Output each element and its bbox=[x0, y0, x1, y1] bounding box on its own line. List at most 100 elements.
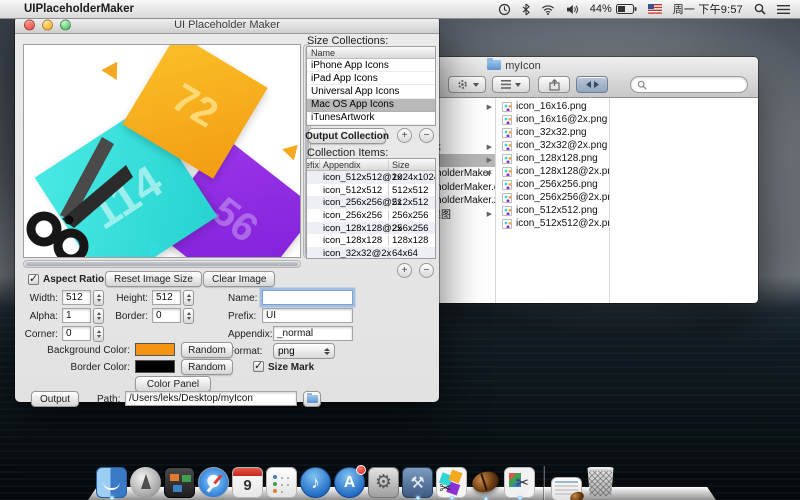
search-input[interactable] bbox=[651, 79, 737, 90]
remove-collection-button[interactable]: − bbox=[419, 128, 434, 143]
action-gear-button[interactable] bbox=[448, 76, 486, 93]
file-row[interactable]: icon_16x16.png bbox=[496, 100, 609, 113]
border-stepper[interactable] bbox=[183, 308, 194, 324]
battery-menu-item[interactable]: 44% bbox=[590, 3, 637, 15]
output-button[interactable]: Output bbox=[31, 391, 79, 407]
reset-image-size-button[interactable]: Reset Image Size bbox=[105, 271, 202, 287]
height-field[interactable] bbox=[152, 290, 181, 305]
file-row[interactable]: icon_512x512@2x.png bbox=[496, 217, 609, 230]
table-row[interactable]: icon_512x512 512x512 bbox=[307, 184, 435, 197]
table-row[interactable]: icon_256x256@2x 512x512 bbox=[307, 196, 435, 209]
dock-icon-reminders[interactable] bbox=[266, 467, 297, 498]
folder-icon bbox=[307, 395, 318, 403]
minimize-button[interactable] bbox=[42, 20, 53, 31]
table-row[interactable]: icon_128x128 128x128 bbox=[307, 234, 435, 247]
app-titlebar[interactable]: UI Placeholder Maker bbox=[15, 17, 439, 34]
output-collection-button[interactable]: Output Collection bbox=[308, 128, 386, 144]
dock-icon-image-app[interactable] bbox=[504, 467, 535, 498]
file-row[interactable]: icon_512x512.png bbox=[496, 204, 609, 217]
dock-icon-app-store[interactable] bbox=[334, 467, 365, 498]
remove-item-button[interactable]: − bbox=[419, 263, 434, 278]
size-mark-checkbox[interactable] bbox=[253, 361, 264, 372]
background-random-button[interactable]: Random bbox=[181, 342, 233, 358]
dock-icon-calendar[interactable]: 9 bbox=[232, 467, 263, 498]
input-language-flag-icon[interactable] bbox=[648, 4, 662, 14]
size-collection-row[interactable]: Universal App Icons bbox=[307, 85, 435, 98]
zoom-button[interactable] bbox=[60, 20, 71, 31]
file-row[interactable]: icon_256x256.png bbox=[496, 178, 609, 191]
size-column-header[interactable]: Size bbox=[389, 160, 435, 170]
dock-icon-ui-placeholder-maker[interactable] bbox=[436, 467, 467, 498]
file-row[interactable]: icon_16x16@2x.png bbox=[496, 113, 609, 126]
table-row[interactable]: icon_512x512@2x 1024x1024 bbox=[307, 171, 435, 184]
dock-icon-system-preferences[interactable] bbox=[368, 467, 399, 498]
bluetooth-icon[interactable] bbox=[522, 3, 530, 16]
time-machine-icon[interactable] bbox=[498, 3, 511, 16]
size-collection-row[interactable]: iPad App Icons bbox=[307, 72, 435, 85]
corner-field[interactable] bbox=[62, 326, 91, 341]
table-row[interactable]: icon_32x32@2x 64x64 bbox=[307, 247, 435, 259]
border-random-button[interactable]: Random bbox=[181, 359, 233, 375]
prefix-field[interactable] bbox=[262, 308, 353, 323]
add-item-button[interactable]: + bbox=[397, 263, 412, 278]
volume-icon[interactable] bbox=[566, 4, 579, 15]
dock-icon-finder[interactable] bbox=[96, 467, 127, 498]
background-color-swatch[interactable] bbox=[135, 343, 175, 356]
spotlight-icon[interactable] bbox=[754, 3, 766, 15]
alpha-field[interactable] bbox=[62, 308, 91, 323]
dock-divider[interactable] bbox=[538, 464, 548, 498]
border-field[interactable] bbox=[152, 308, 181, 323]
format-popup[interactable]: png bbox=[273, 343, 335, 359]
arrange-button[interactable] bbox=[492, 76, 530, 93]
table-header[interactable]: Prefix Appendix Size bbox=[307, 159, 435, 171]
dock-icon-trash[interactable] bbox=[585, 467, 616, 498]
menu-bar: UIPlaceholderMaker 44% 周一 下午9:57 bbox=[0, 0, 800, 19]
size-collection-row[interactable]: iTunesArtwork bbox=[307, 112, 435, 125]
table-row[interactable]: icon_128x128@2x 256x256 bbox=[307, 222, 435, 235]
table-row[interactable]: icon_256x256 256x256 bbox=[307, 209, 435, 222]
file-row[interactable]: icon_128x128@2x.png bbox=[496, 165, 609, 178]
menu-clock[interactable]: 周一 下午9:57 bbox=[673, 1, 743, 17]
prefix-column-header[interactable]: Prefix bbox=[307, 160, 320, 170]
width-stepper[interactable] bbox=[93, 290, 104, 306]
file-row[interactable]: icon_32x32.png bbox=[496, 126, 609, 139]
clear-image-button[interactable]: Clear Image bbox=[203, 271, 275, 287]
running-indicator bbox=[518, 496, 522, 500]
finder-search-field[interactable] bbox=[630, 76, 748, 93]
appendix-field[interactable] bbox=[273, 326, 353, 341]
dock-icon-xcode[interactable] bbox=[402, 467, 433, 498]
add-collection-button[interactable]: + bbox=[397, 128, 412, 143]
file-row[interactable]: icon_256x256@2x.png bbox=[496, 191, 609, 204]
color-panel-button[interactable]: Color Panel bbox=[135, 376, 211, 392]
wifi-icon[interactable] bbox=[541, 4, 555, 15]
corner-stepper[interactable] bbox=[93, 326, 104, 342]
image-preview-canvas[interactable]: 56 114 72 bbox=[23, 44, 301, 258]
active-app-menu[interactable]: UIPlaceholderMaker bbox=[24, 3, 134, 15]
name-field[interactable] bbox=[262, 290, 353, 305]
file-row[interactable]: icon_32x32@2x.png bbox=[496, 139, 609, 152]
width-field[interactable] bbox=[62, 290, 91, 305]
preview-horizontal-scrollbar[interactable] bbox=[23, 260, 301, 268]
choose-folder-button[interactable] bbox=[303, 391, 321, 407]
dock-icon-launchpad[interactable] bbox=[130, 467, 161, 498]
path-field[interactable] bbox=[125, 391, 297, 406]
dock-icon-safari[interactable] bbox=[198, 467, 229, 498]
dock-icon-bean-app[interactable] bbox=[470, 467, 501, 498]
notification-center-icon[interactable] bbox=[777, 4, 790, 15]
alpha-stepper[interactable] bbox=[93, 308, 104, 324]
border-color-swatch[interactable] bbox=[135, 360, 175, 373]
name-column-header[interactable]: Name bbox=[307, 47, 435, 59]
size-collection-row[interactable]: iPhone App Icons bbox=[307, 59, 435, 72]
appendix-column-header[interactable]: Appendix bbox=[320, 160, 389, 170]
close-button[interactable] bbox=[24, 20, 35, 31]
height-stepper[interactable] bbox=[183, 290, 194, 306]
share-button[interactable] bbox=[538, 76, 570, 93]
file-row[interactable]: icon_128x128.png bbox=[496, 152, 609, 165]
dock-icon-mission-control[interactable] bbox=[164, 467, 195, 498]
collapse-arrows-button[interactable] bbox=[576, 76, 608, 93]
dock-icon-itunes[interactable] bbox=[300, 467, 331, 498]
dock: 9 bbox=[0, 454, 800, 500]
size-collection-row[interactable]: Mac OS App Icons bbox=[307, 99, 435, 112]
aspect-ratio-checkbox[interactable] bbox=[28, 274, 39, 285]
dock-icon-minimized-window[interactable] bbox=[551, 477, 582, 500]
